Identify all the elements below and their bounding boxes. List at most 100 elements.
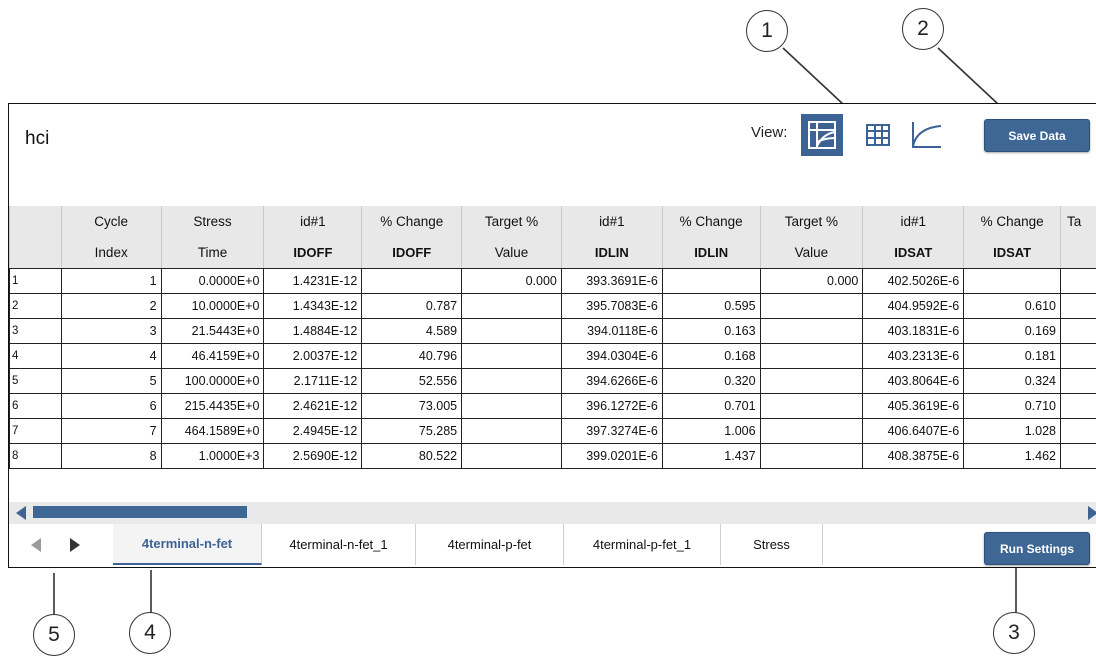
tab-stress[interactable]: Stress: [721, 524, 823, 565]
table-cell[interactable]: 8: [60, 443, 162, 469]
table-cell[interactable]: 394.0304E-6: [560, 343, 663, 369]
table-cell[interactable]: 0.000: [461, 268, 562, 294]
table-cell[interactable]: 394.6266E-6: [560, 368, 663, 394]
col-subheader[interactable]: IDLIN: [560, 237, 663, 269]
col-header[interactable]: Cycle: [60, 206, 162, 237]
table-cell[interactable]: 1.028: [963, 418, 1061, 444]
table-cell[interactable]: [759, 393, 864, 419]
table-cell[interactable]: [661, 268, 761, 294]
col-header[interactable]: Target %: [461, 206, 562, 237]
table-cell[interactable]: 40.796: [361, 343, 463, 369]
col-subheader[interactable]: IDLIN: [661, 237, 761, 269]
table-cell[interactable]: 0.000: [759, 268, 864, 294]
table-cell[interactable]: 0.168: [661, 343, 761, 369]
table-cell[interactable]: 6: [60, 393, 162, 419]
table-cell[interactable]: 408.3875E-6: [862, 443, 965, 469]
col-subheader[interactable]: [9, 237, 62, 269]
table-cell[interactable]: [759, 443, 864, 469]
table-cell[interactable]: 10.0000E+0: [160, 293, 265, 319]
table-cell[interactable]: 80.522: [361, 443, 463, 469]
table-cell[interactable]: [1060, 368, 1096, 394]
table-cell[interactable]: 73.005: [361, 393, 463, 419]
table-cell[interactable]: [1060, 268, 1096, 294]
tab-4terminal-n-fet[interactable]: 4terminal-n-fet: [113, 524, 262, 565]
row-number[interactable]: 1: [9, 268, 62, 294]
col-subheader[interactable]: IDOFF: [263, 237, 362, 269]
table-cell[interactable]: 396.1272E-6: [560, 393, 663, 419]
row-number[interactable]: 2: [9, 293, 62, 319]
col-header[interactable]: % Change: [361, 206, 462, 237]
table-cell[interactable]: 1.4343E-12: [263, 293, 363, 319]
col-subheader[interactable]: IDSAT: [963, 237, 1061, 269]
table-cell[interactable]: 0.787: [361, 293, 463, 319]
table-cell[interactable]: 405.3619E-6: [862, 393, 965, 419]
tab-prev-arrow-icon[interactable]: [30, 538, 42, 552]
col-header[interactable]: id#1: [560, 206, 663, 237]
col-header[interactable]: Stress: [160, 206, 264, 237]
scrollbar-thumb[interactable]: [33, 506, 247, 518]
table-row[interactable]: 2 2 10.0000E+0 1.4343E-12 0.787 395.7083E-6 0.…: [9, 293, 1096, 319]
table-cell[interactable]: [461, 293, 562, 319]
table-cell[interactable]: 399.0201E-6: [560, 443, 663, 469]
table-row[interactable]: 7 7 464.1589E+0 2.4945E-12 75.285 397.3274E-6…: [9, 418, 1096, 444]
table-cell[interactable]: 1.462: [963, 443, 1061, 469]
table-cell[interactable]: [759, 343, 864, 369]
data-sheet-view-button[interactable]: [801, 114, 843, 156]
table-cell[interactable]: 215.4435E+0: [160, 393, 265, 419]
table-cell[interactable]: 403.8064E-6: [862, 368, 965, 394]
table-cell[interactable]: [963, 268, 1061, 294]
table-cell[interactable]: 406.6407E-6: [862, 418, 965, 444]
scroll-right-arrow-icon[interactable]: [1087, 506, 1096, 520]
row-number[interactable]: 4: [9, 343, 62, 369]
table-cell[interactable]: 394.0118E-6: [560, 318, 663, 344]
table-cell[interactable]: [1060, 293, 1096, 319]
table-cell[interactable]: [1060, 418, 1096, 444]
table-cell[interactable]: 1: [60, 268, 162, 294]
table-cell[interactable]: 4.589: [361, 318, 463, 344]
table-cell[interactable]: 75.285: [361, 418, 463, 444]
tab-4terminal-p-fet[interactable]: 4terminal-p-fet: [416, 524, 564, 565]
table-cell[interactable]: 397.3274E-6: [560, 418, 663, 444]
table-cell[interactable]: 0.0000E+0: [160, 268, 265, 294]
row-number[interactable]: 6: [9, 393, 62, 419]
tab-4terminal-p-fet-1[interactable]: 4terminal-p-fet_1: [564, 524, 721, 565]
table-cell[interactable]: 403.1831E-6: [862, 318, 965, 344]
table-row[interactable]: 1 1 0.0000E+0 1.4231E-12 0.000 393.3691E-6 0.0…: [9, 268, 1096, 294]
col-header[interactable]: id#1: [862, 206, 964, 237]
table-row[interactable]: 3 3 21.5443E+0 1.4884E-12 4.589 394.0118E-6 0.…: [9, 318, 1096, 344]
col-subheader[interactable]: V: [1060, 237, 1096, 269]
table-cell[interactable]: 46.4159E+0: [160, 343, 265, 369]
col-subheader[interactable]: Time: [160, 237, 264, 269]
table-row[interactable]: 5 5 100.0000E+0 2.1711E-12 52.556 394.6266E-6…: [9, 368, 1096, 394]
table-cell[interactable]: [759, 293, 864, 319]
tab-4terminal-n-fet-1[interactable]: 4terminal-n-fet_1: [262, 524, 416, 565]
run-settings-button[interactable]: Run Settings: [984, 532, 1090, 565]
col-header[interactable]: Ta: [1060, 206, 1096, 237]
table-cell[interactable]: 1.437: [661, 443, 761, 469]
table-cell[interactable]: 52.556: [361, 368, 463, 394]
col-header[interactable]: % Change: [661, 206, 761, 237]
table-cell[interactable]: 402.5026E-6: [862, 268, 965, 294]
col-header[interactable]: [9, 206, 62, 237]
row-number[interactable]: 7: [9, 418, 62, 444]
table-view-button[interactable]: [857, 114, 899, 156]
table-cell[interactable]: 0.610: [963, 293, 1061, 319]
table-cell[interactable]: [461, 443, 562, 469]
table-cell[interactable]: 395.7083E-6: [560, 293, 663, 319]
col-header[interactable]: Target %: [759, 206, 863, 237]
table-cell[interactable]: [759, 318, 864, 344]
table-cell[interactable]: 5: [60, 368, 162, 394]
col-subheader[interactable]: IDSAT: [862, 237, 964, 269]
table-cell[interactable]: 21.5443E+0: [160, 318, 265, 344]
table-cell[interactable]: [461, 418, 562, 444]
col-subheader[interactable]: Value: [461, 237, 562, 269]
save-data-button[interactable]: Save Data: [984, 119, 1090, 152]
table-cell[interactable]: 0.324: [963, 368, 1061, 394]
table-cell[interactable]: 0.320: [661, 368, 761, 394]
table-cell[interactable]: 403.2313E-6: [862, 343, 965, 369]
graph-view-button[interactable]: [905, 114, 947, 156]
table-cell[interactable]: 2.1711E-12: [263, 368, 363, 394]
table-cell[interactable]: [361, 268, 463, 294]
table-cell[interactable]: 393.3691E-6: [560, 268, 663, 294]
table-cell[interactable]: [461, 318, 562, 344]
